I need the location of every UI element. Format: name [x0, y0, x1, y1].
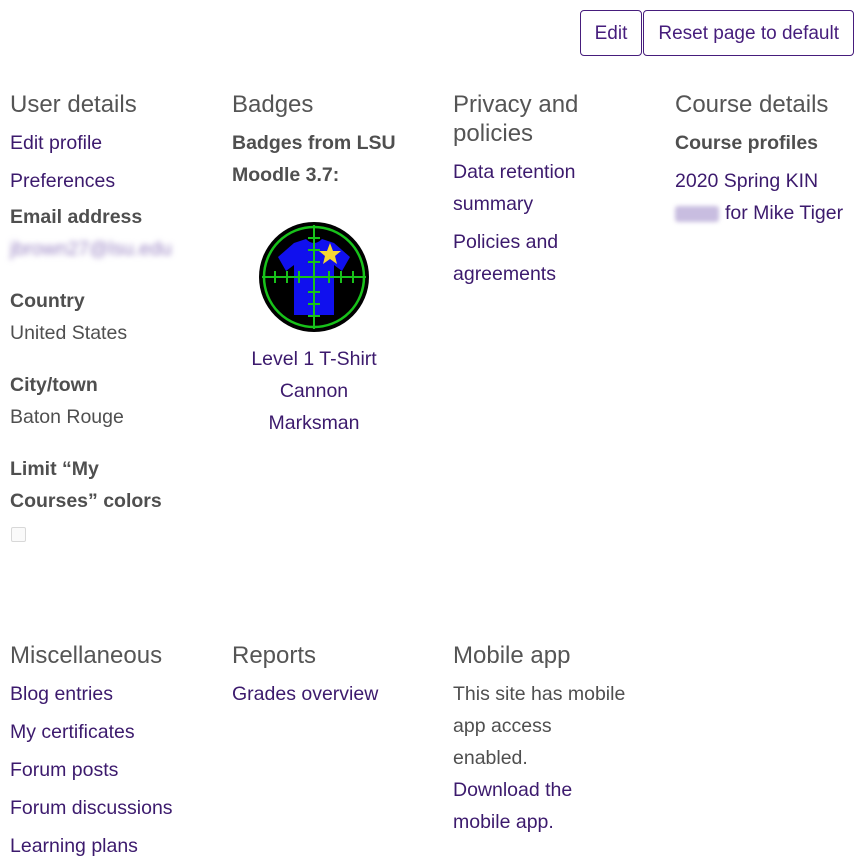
section-title: Badges	[232, 91, 314, 118]
edit-profile-link[interactable]: Edit profile	[10, 127, 210, 159]
forum-posts-link[interactable]: Forum posts	[10, 754, 210, 786]
course-link-prefix: 2020 Spring KIN	[675, 170, 819, 192]
reports-section: Reports Grades overview	[232, 641, 422, 710]
city-value: Baton Rouge	[10, 406, 124, 428]
limit-colors-checkbox[interactable]	[11, 527, 26, 542]
course-link-suffix: for Mike Tiger	[725, 202, 844, 224]
preferences-link[interactable]: Preferences	[10, 165, 210, 197]
my-certificates-link[interactable]: My certificates	[10, 716, 210, 748]
course-profile-link[interactable]: 2020 Spring KIN for Mike Tiger	[675, 165, 860, 229]
country-value: United States	[10, 322, 128, 344]
section-title: Mobile app	[453, 642, 571, 669]
section-title: Privacy and policies	[453, 91, 579, 147]
miscellaneous-section: Miscellaneous Blog entries My certificat…	[10, 641, 210, 862]
section-title: Reports	[232, 642, 317, 669]
badge-name-link[interactable]: Level 1 T-Shirt Cannon Marksman	[232, 343, 396, 439]
reset-page-button[interactable]: Reset page to default	[643, 10, 854, 56]
limit-colors-label: Limit “My Courses” colors	[10, 458, 162, 512]
mobile-app-text: This site has mobile app access enabled.	[453, 683, 626, 769]
section-title: Course details	[675, 91, 829, 118]
course-details-section: Course details Course profiles 2020 Spri…	[675, 90, 860, 229]
policies-agreements-link[interactable]: Policies and agreements	[453, 226, 623, 290]
privacy-section: Privacy and policies Data retention summ…	[453, 90, 623, 290]
learning-plans-link[interactable]: Learning plans	[10, 830, 210, 862]
section-title: User details	[10, 91, 137, 118]
badges-section: Badges Badges from LSU Moodle 3.7: Level…	[232, 90, 422, 439]
grades-overview-link[interactable]: Grades overview	[232, 678, 422, 710]
redacted-course-number	[675, 205, 719, 222]
download-mobile-app-link[interactable]: Download the mobile app.	[453, 774, 628, 838]
section-title: Miscellaneous	[10, 642, 163, 669]
mobile-app-section: Mobile app This site has mobile app acce…	[453, 641, 628, 838]
data-retention-summary-link[interactable]: Data retention summary	[453, 156, 623, 220]
city-label: City/town	[10, 374, 98, 396]
email-value-blurred: jbrown27@lsu.edu	[10, 238, 172, 260]
forum-discussions-link[interactable]: Forum discussions	[10, 792, 210, 824]
blog-entries-link[interactable]: Blog entries	[10, 678, 210, 710]
email-label: Email address	[10, 206, 143, 228]
course-profiles-label: Course profiles	[675, 132, 819, 154]
badges-source-label: Badges from LSU Moodle 3.7:	[232, 132, 396, 186]
badge-item[interactable]: Level 1 T-Shirt Cannon Marksman	[232, 221, 396, 439]
page-actions: Edit Reset page to default	[579, 10, 854, 56]
email-value: jbrown27@lsu.edu	[10, 233, 210, 265]
country-label: Country	[10, 290, 85, 312]
edit-button[interactable]: Edit	[579, 10, 643, 56]
user-details-section: User details Edit profile Preferences Em…	[10, 90, 210, 542]
tshirt-crosshair-star-badge-icon[interactable]	[258, 221, 370, 333]
